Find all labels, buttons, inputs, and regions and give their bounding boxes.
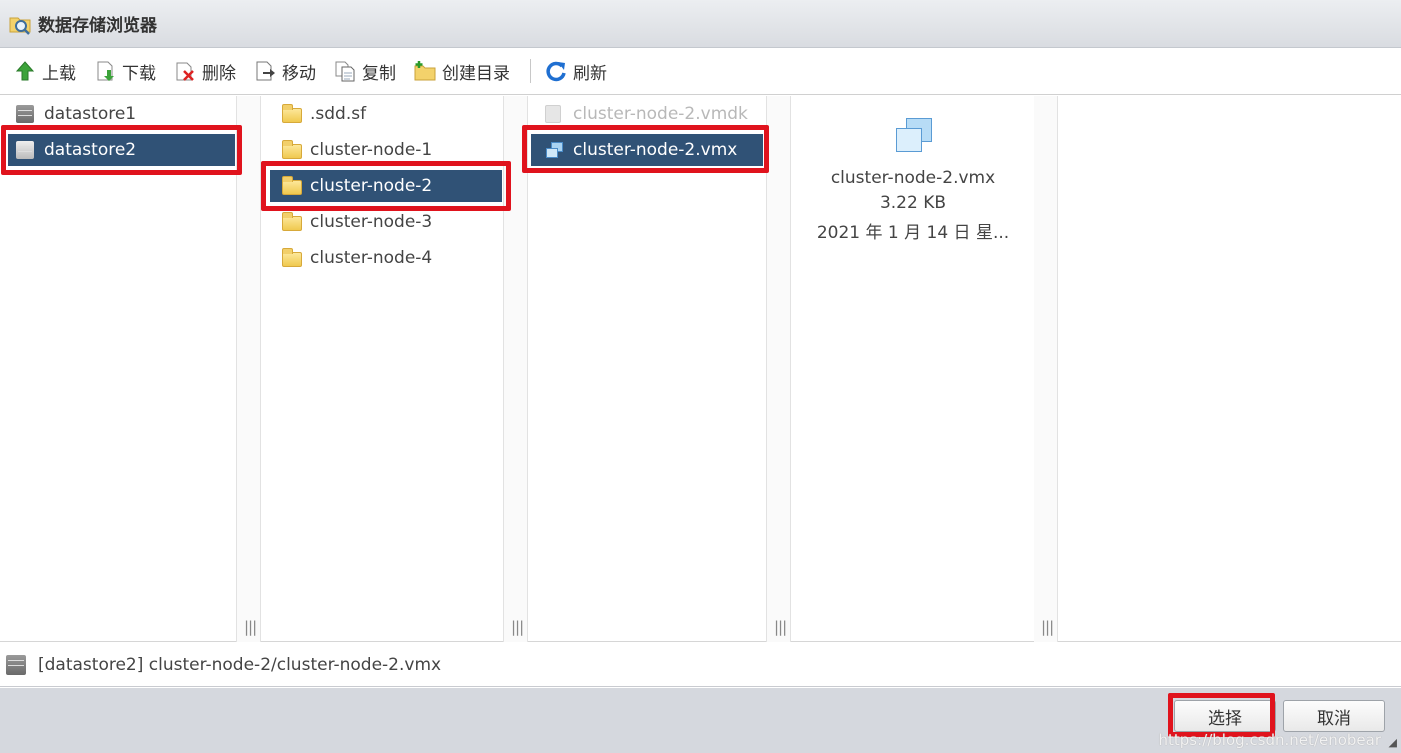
title-bar: 数据存储浏览器 — [0, 0, 1401, 48]
file-label: cluster-node-2.vmx — [573, 140, 738, 160]
copy-button[interactable]: 复制 — [334, 56, 396, 86]
splitter-grip: ||| — [774, 618, 787, 636]
folder-label: .sdd.sf — [310, 104, 367, 124]
file-column: cluster-node-2.vmdk cluster-node-2.vmx — [529, 96, 767, 642]
toolbar-separator — [530, 59, 531, 83]
refresh-button[interactable]: 刷新 — [545, 56, 607, 86]
download-button[interactable]: 下载 — [94, 56, 156, 86]
datastore-item-selected[interactable]: datastore2 — [8, 134, 235, 166]
folder-item[interactable]: cluster-node-4 — [282, 242, 502, 274]
watermark-text: https://blog.csdn.net/enobear — [1158, 731, 1381, 749]
detail-file-date: 2021 年 1 月 14 日 星... — [816, 223, 1010, 243]
resize-grip-icon[interactable]: ◢ — [1389, 736, 1397, 749]
upload-button[interactable]: 上载 — [14, 56, 76, 86]
folder-item[interactable]: cluster-node-3 — [282, 206, 502, 238]
folder-label: cluster-node-1 — [310, 140, 433, 160]
dialog-footer: 选择 取消 https://blog.csdn.net/enobear ◢ — [0, 688, 1401, 753]
copy-label: 复制 — [362, 63, 396, 84]
delete-icon — [174, 60, 196, 82]
download-icon — [94, 60, 116, 82]
create-directory-label: 创建目录 — [442, 63, 510, 84]
datastore-icon — [16, 105, 36, 123]
column-splitter[interactable]: ||| — [504, 96, 528, 642]
datastore-browser-icon — [8, 12, 32, 36]
vm-config-file-icon — [545, 141, 565, 159]
folder-icon — [282, 140, 302, 159]
copy-icon — [334, 60, 356, 82]
vm-config-file-large-icon — [894, 116, 934, 156]
refresh-icon — [545, 60, 567, 82]
toolbar: 上载 下载 删除 移动 复制 创建目录 刷新 — [0, 48, 1401, 95]
folder-item-selected[interactable]: cluster-node-2 — [270, 170, 502, 202]
selected-path: [datastore2] cluster-node-2/cluster-node… — [38, 654, 442, 675]
folder-label: cluster-node-3 — [310, 212, 433, 232]
cancel-button[interactable]: 取消 — [1283, 700, 1385, 732]
create-directory-button[interactable]: 创建目录 — [414, 56, 510, 86]
datastore-label: datastore1 — [44, 104, 137, 124]
datastore-item[interactable]: datastore1 — [16, 98, 231, 130]
file-label: cluster-node-2.vmdk — [573, 104, 748, 124]
move-icon — [254, 60, 276, 82]
selected-path-bar: [datastore2] cluster-node-2/cluster-node… — [0, 643, 1401, 687]
folder-icon — [282, 248, 302, 267]
delete-button[interactable]: 删除 — [174, 56, 236, 86]
upload-label: 上载 — [42, 63, 76, 84]
column-splitter[interactable]: ||| — [237, 96, 261, 642]
folder-item[interactable]: cluster-node-1 — [282, 134, 502, 166]
folder-icon — [282, 104, 302, 123]
file-detail-panel: cluster-node-2.vmx 3.22 KB 2021 年 1 月 14… — [792, 96, 1034, 642]
datastore-icon — [6, 654, 26, 675]
datastore-column: datastore1 datastore2 — [0, 96, 237, 642]
folder-icon — [282, 176, 302, 195]
detail-file-size: 3.22 KB — [879, 193, 947, 213]
datastore-label: datastore2 — [44, 140, 137, 160]
splitter-grip: ||| — [511, 618, 524, 636]
download-label: 下载 — [122, 63, 156, 84]
new-folder-icon — [414, 60, 436, 82]
upload-arrow-icon — [14, 60, 36, 82]
folder-column: .sdd.sf cluster-node-1 cluster-node-2 cl… — [262, 96, 504, 642]
folder-icon — [282, 212, 302, 231]
splitter-grip: ||| — [244, 618, 257, 636]
refresh-label: 刷新 — [573, 63, 607, 84]
folder-label: cluster-node-2 — [310, 176, 433, 196]
select-button[interactable]: 选择 — [1174, 700, 1276, 732]
delete-label: 删除 — [202, 63, 236, 84]
column-splitter[interactable]: ||| — [1034, 96, 1058, 642]
datastore-icon — [16, 141, 36, 159]
move-button[interactable]: 移动 — [254, 56, 316, 86]
file-item-selected[interactable]: cluster-node-2.vmx — [531, 134, 763, 166]
move-label: 移动 — [282, 63, 316, 84]
folder-item[interactable]: .sdd.sf — [282, 98, 502, 130]
folder-label: cluster-node-4 — [310, 248, 433, 268]
detail-file-name: cluster-node-2.vmx — [830, 168, 996, 188]
file-item-disabled: cluster-node-2.vmdk — [545, 98, 765, 130]
splitter-grip: ||| — [1041, 618, 1054, 636]
window-title: 数据存储浏览器 — [38, 16, 157, 36]
disk-file-icon — [545, 105, 565, 123]
column-browser: datastore1 datastore2 ||| .sdd.sf cluste… — [0, 96, 1401, 642]
column-splitter[interactable]: ||| — [767, 96, 791, 642]
